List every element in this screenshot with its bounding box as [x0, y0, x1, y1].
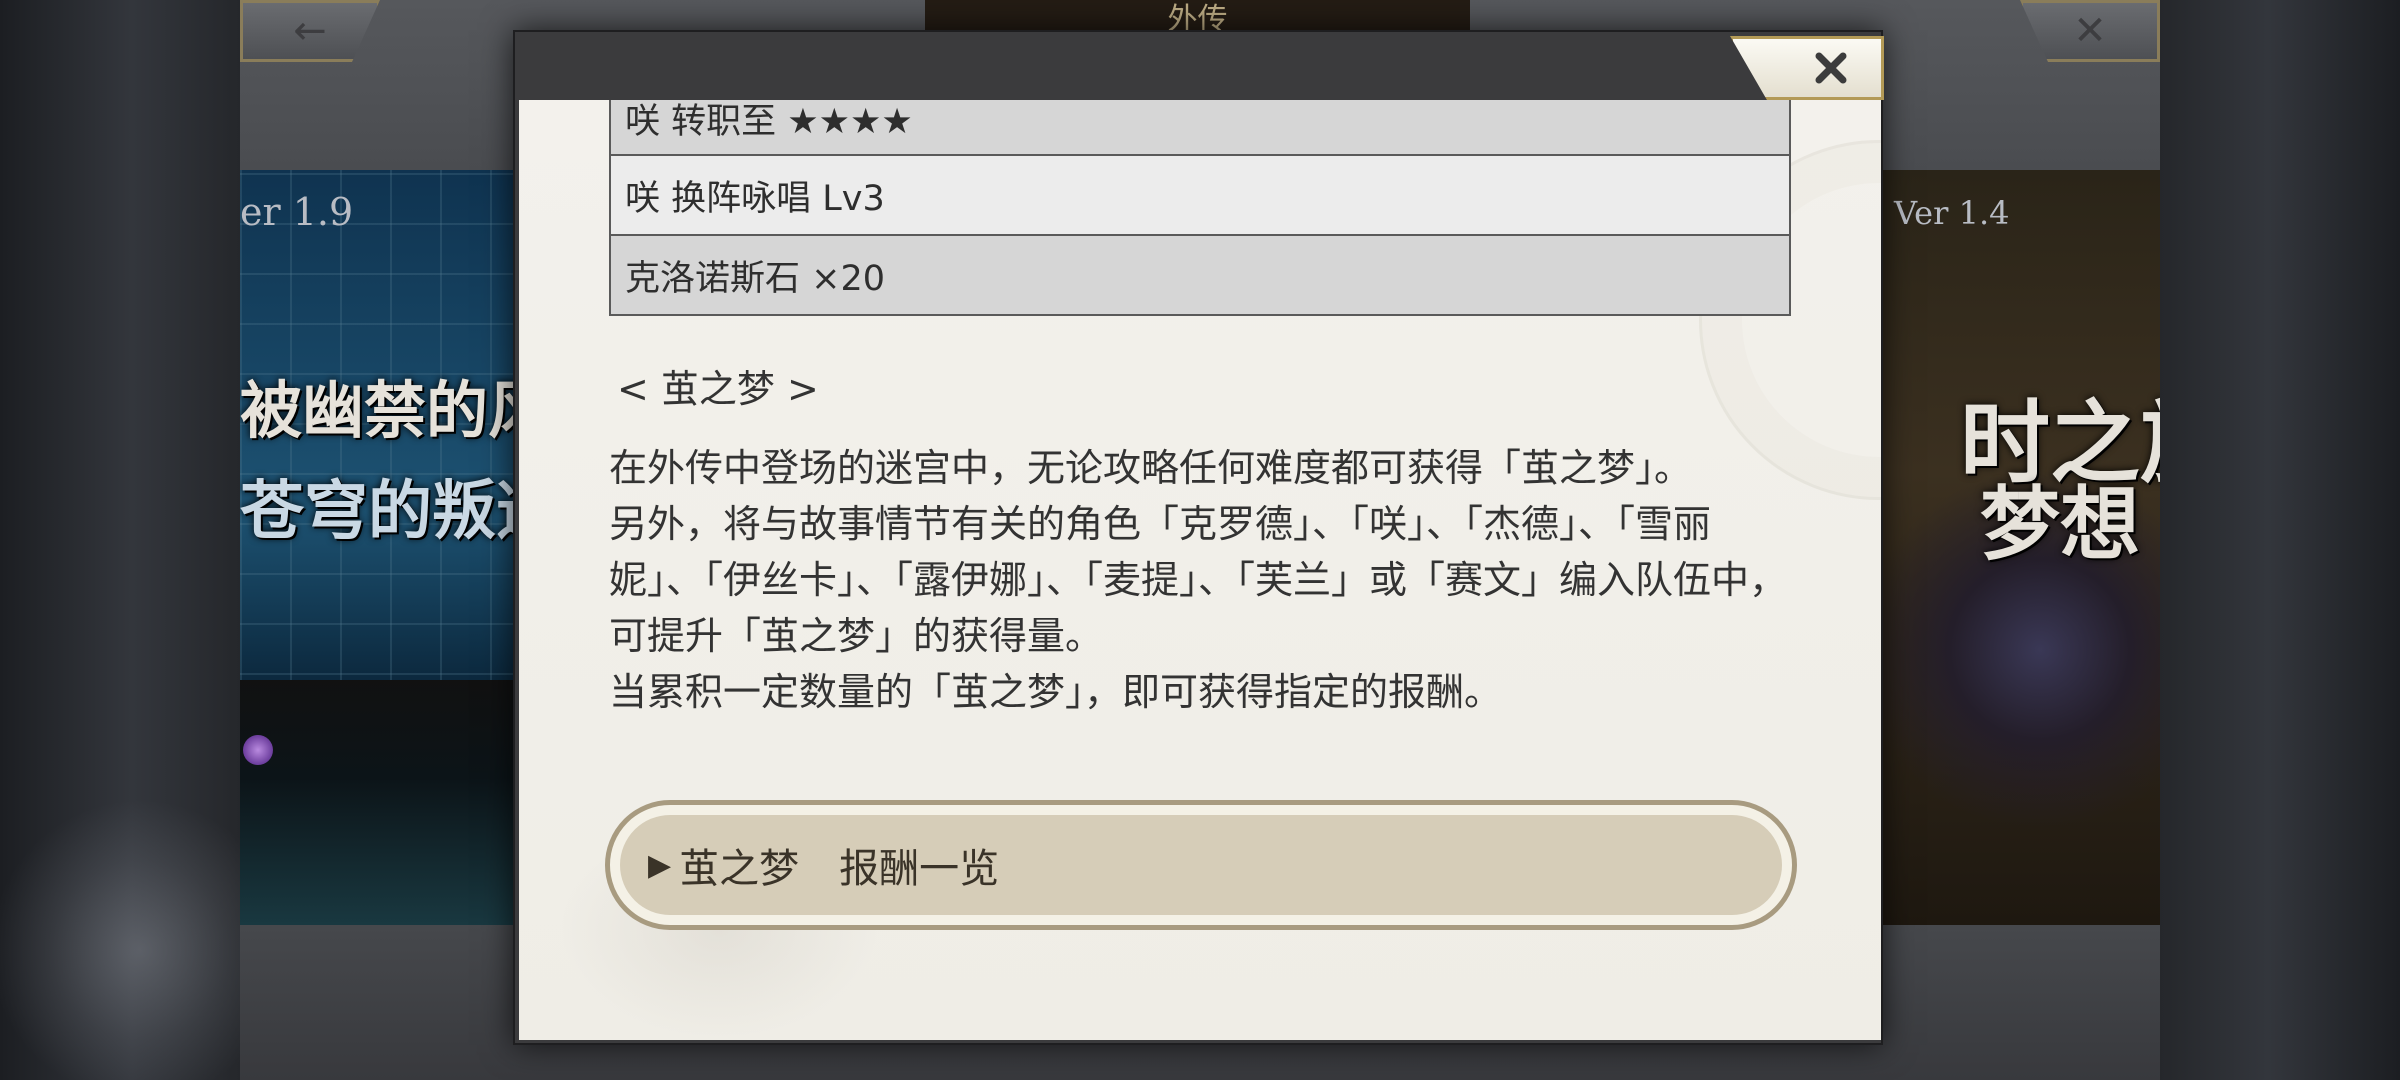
modal-scroll-content[interactable]: 咲 转职至 ★★★★ 咲 换阵咏唱 Lv3 克洛诺斯石 ×20 < 茧之梦 > …: [519, 100, 1881, 1040]
banner-version: Ver 1.4: [1894, 194, 2010, 232]
rewards-list-label: 茧之梦 报酬一览: [679, 846, 1000, 892]
play-icon: ▶: [648, 847, 672, 883]
description-paragraph: 另外，将与故事情节有关的角色「克罗德」、「咲」、「杰德」、「雪丽妮」、「伊丝卡」…: [609, 502, 1788, 658]
close-icon: ✕: [2073, 8, 2107, 54]
table-row: 咲 转职至 ★★★★: [611, 100, 1789, 154]
banner-title-line2: 梦想: [1980, 477, 2140, 571]
table-row: 咲 换阵咏唱 Lv3: [611, 154, 1789, 234]
arrow-left-icon: ←: [293, 8, 327, 54]
right-side-panel: [2160, 0, 2400, 1080]
right-story-banner[interactable]: Ver 1.4 时之旅 梦想: [1880, 170, 2160, 925]
rewards-list-button[interactable]: ▶ 茧之梦 报酬一览: [605, 800, 1797, 930]
left-story-banner[interactable]: er 1.9 被幽禁的风 苍穹的叛逆: [240, 170, 525, 925]
table-row: 克洛诺斯石 ×20: [611, 234, 1789, 314]
clock-ornament: [0, 780, 240, 1080]
banner-title-line2: 苍穹的叛逆: [240, 474, 525, 549]
description-text: 在外传中登场的迷宫中，无论攻略任何难度都可获得「茧之梦」。 另外，将与故事情节有…: [609, 440, 1799, 720]
close-icon: [1815, 52, 1847, 84]
top-tab-title: 外传: [925, 0, 1470, 32]
banner-version: er 1.9: [240, 190, 354, 234]
reward-table: 咲 转职至 ★★★★ 咲 换阵咏唱 Lv3 克洛诺斯石 ×20: [609, 100, 1791, 316]
description-paragraph: 在外传中登场的迷宫中，无论攻略任何难度都可获得「茧之梦」。: [609, 446, 1693, 490]
rewards-list-button-inner[interactable]: ▶ 茧之梦 报酬一览: [620, 815, 1782, 915]
section-heading: < 茧之梦 >: [617, 367, 819, 411]
gem-icon: [243, 735, 273, 765]
description-paragraph: 当累积一定数量的「茧之梦」，即可获得指定的报酬。: [609, 670, 1503, 714]
banner-title-line1: 被幽禁的风: [240, 374, 525, 447]
banner-lower-area: [240, 680, 525, 925]
